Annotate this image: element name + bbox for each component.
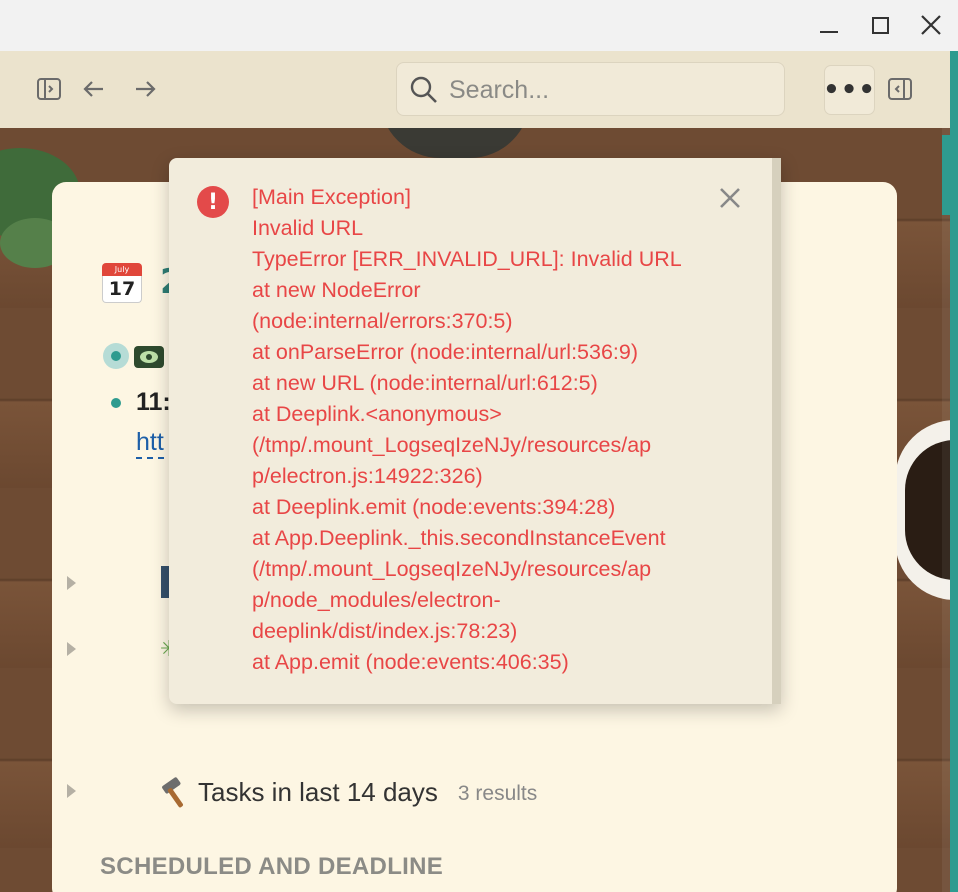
minimize-button[interactable]	[814, 10, 844, 40]
minimize-icon	[820, 31, 838, 33]
calendar-day: 17	[102, 276, 142, 303]
close-notification-button[interactable]	[714, 182, 746, 214]
scrollbar-track[interactable]	[942, 128, 950, 892]
search-input[interactable]	[449, 71, 769, 109]
error-message-line: TypeError [ERR_INVALID_URL]: Invalid URL	[252, 247, 682, 271]
more-options-button[interactable]: •••	[823, 65, 876, 115]
error-message-line: (node:internal/errors:370:5)	[252, 309, 513, 333]
error-message-line: p/electron.js:14922:326)	[252, 464, 483, 488]
error-message-line: at Deeplink.emit (node:events:394:28)	[252, 495, 616, 519]
error-message-line: at onParseError (node:internal/url:536:9…	[252, 340, 639, 364]
error-message-line: [Main Exception]	[252, 185, 411, 209]
error-message-line: at new URL (node:internal/url:612:5)	[252, 371, 598, 395]
error-message-line: (/tmp/.mount_LogseqIzeNJy/resources/ap	[252, 433, 652, 457]
expand-arrow-icon[interactable]	[67, 576, 76, 590]
error-message-line: Invalid URL	[252, 216, 364, 240]
scrollbar-thumb[interactable]	[942, 135, 950, 215]
error-message-line: p/node_modules/electron-	[252, 588, 501, 612]
tasks-query-title: Tasks in last 14 days	[198, 776, 438, 807]
sidebar-left-icon	[37, 78, 61, 100]
error-message-line: at App.Deeplink._this.secondInstanceEven…	[252, 526, 666, 550]
error-message-line: at Deeplink.<anonymous>	[252, 402, 502, 426]
close-icon	[921, 15, 941, 35]
back-button[interactable]	[77, 72, 111, 106]
arrow-left-icon	[83, 81, 103, 97]
toggle-left-sidebar-button[interactable]	[32, 72, 66, 106]
search-box[interactable]	[396, 62, 785, 116]
calendar-icon: July 17	[102, 263, 142, 303]
error-notification-scrollbar[interactable]	[772, 158, 781, 704]
error-message-line: at new NodeError	[252, 278, 421, 302]
forward-button[interactable]	[128, 72, 162, 106]
calendar-month: July	[102, 263, 142, 276]
block-link[interactable]: htt	[136, 428, 164, 459]
more-icon: •••	[823, 75, 876, 105]
arrow-right-icon	[136, 81, 156, 97]
close-window-button[interactable]	[916, 10, 946, 40]
error-message-line: deeplink/dist/index.js:78:23)	[252, 619, 518, 643]
error-icon: !	[197, 186, 229, 218]
search-icon	[410, 76, 437, 103]
close-icon	[720, 188, 740, 208]
maximize-icon	[871, 16, 889, 34]
toggle-right-sidebar-button[interactable]	[883, 72, 917, 106]
section-heading: SCHEDULED AND DEADLINE	[100, 853, 444, 880]
expand-arrow-icon[interactable]	[67, 784, 76, 798]
plant-pot-decoration	[380, 128, 530, 158]
error-message: [Main Exception] Invalid URL TypeError [ER…	[252, 182, 702, 678]
accent-strip	[950, 51, 958, 892]
tasks-query-header[interactable]: Tasks in last 14 days 3 results	[158, 772, 537, 812]
error-message-line: (/tmp/.mount_LogseqIzeNJy/resources/ap	[252, 557, 652, 581]
block-bullet[interactable]	[111, 398, 121, 408]
maximize-button[interactable]	[865, 10, 895, 40]
tasks-query-count: 3 results	[457, 782, 538, 805]
hammer-icon	[162, 777, 183, 808]
error-message-line: at App.emit (node:events:406:35)	[252, 650, 569, 674]
block-bullet-collapsed[interactable]	[103, 343, 129, 369]
sidebar-right-icon	[888, 78, 912, 100]
eye-icon[interactable]	[134, 346, 164, 368]
toolbar: •••	[0, 51, 950, 128]
title-bar	[0, 0, 958, 51]
expand-arrow-icon[interactable]	[67, 642, 76, 656]
